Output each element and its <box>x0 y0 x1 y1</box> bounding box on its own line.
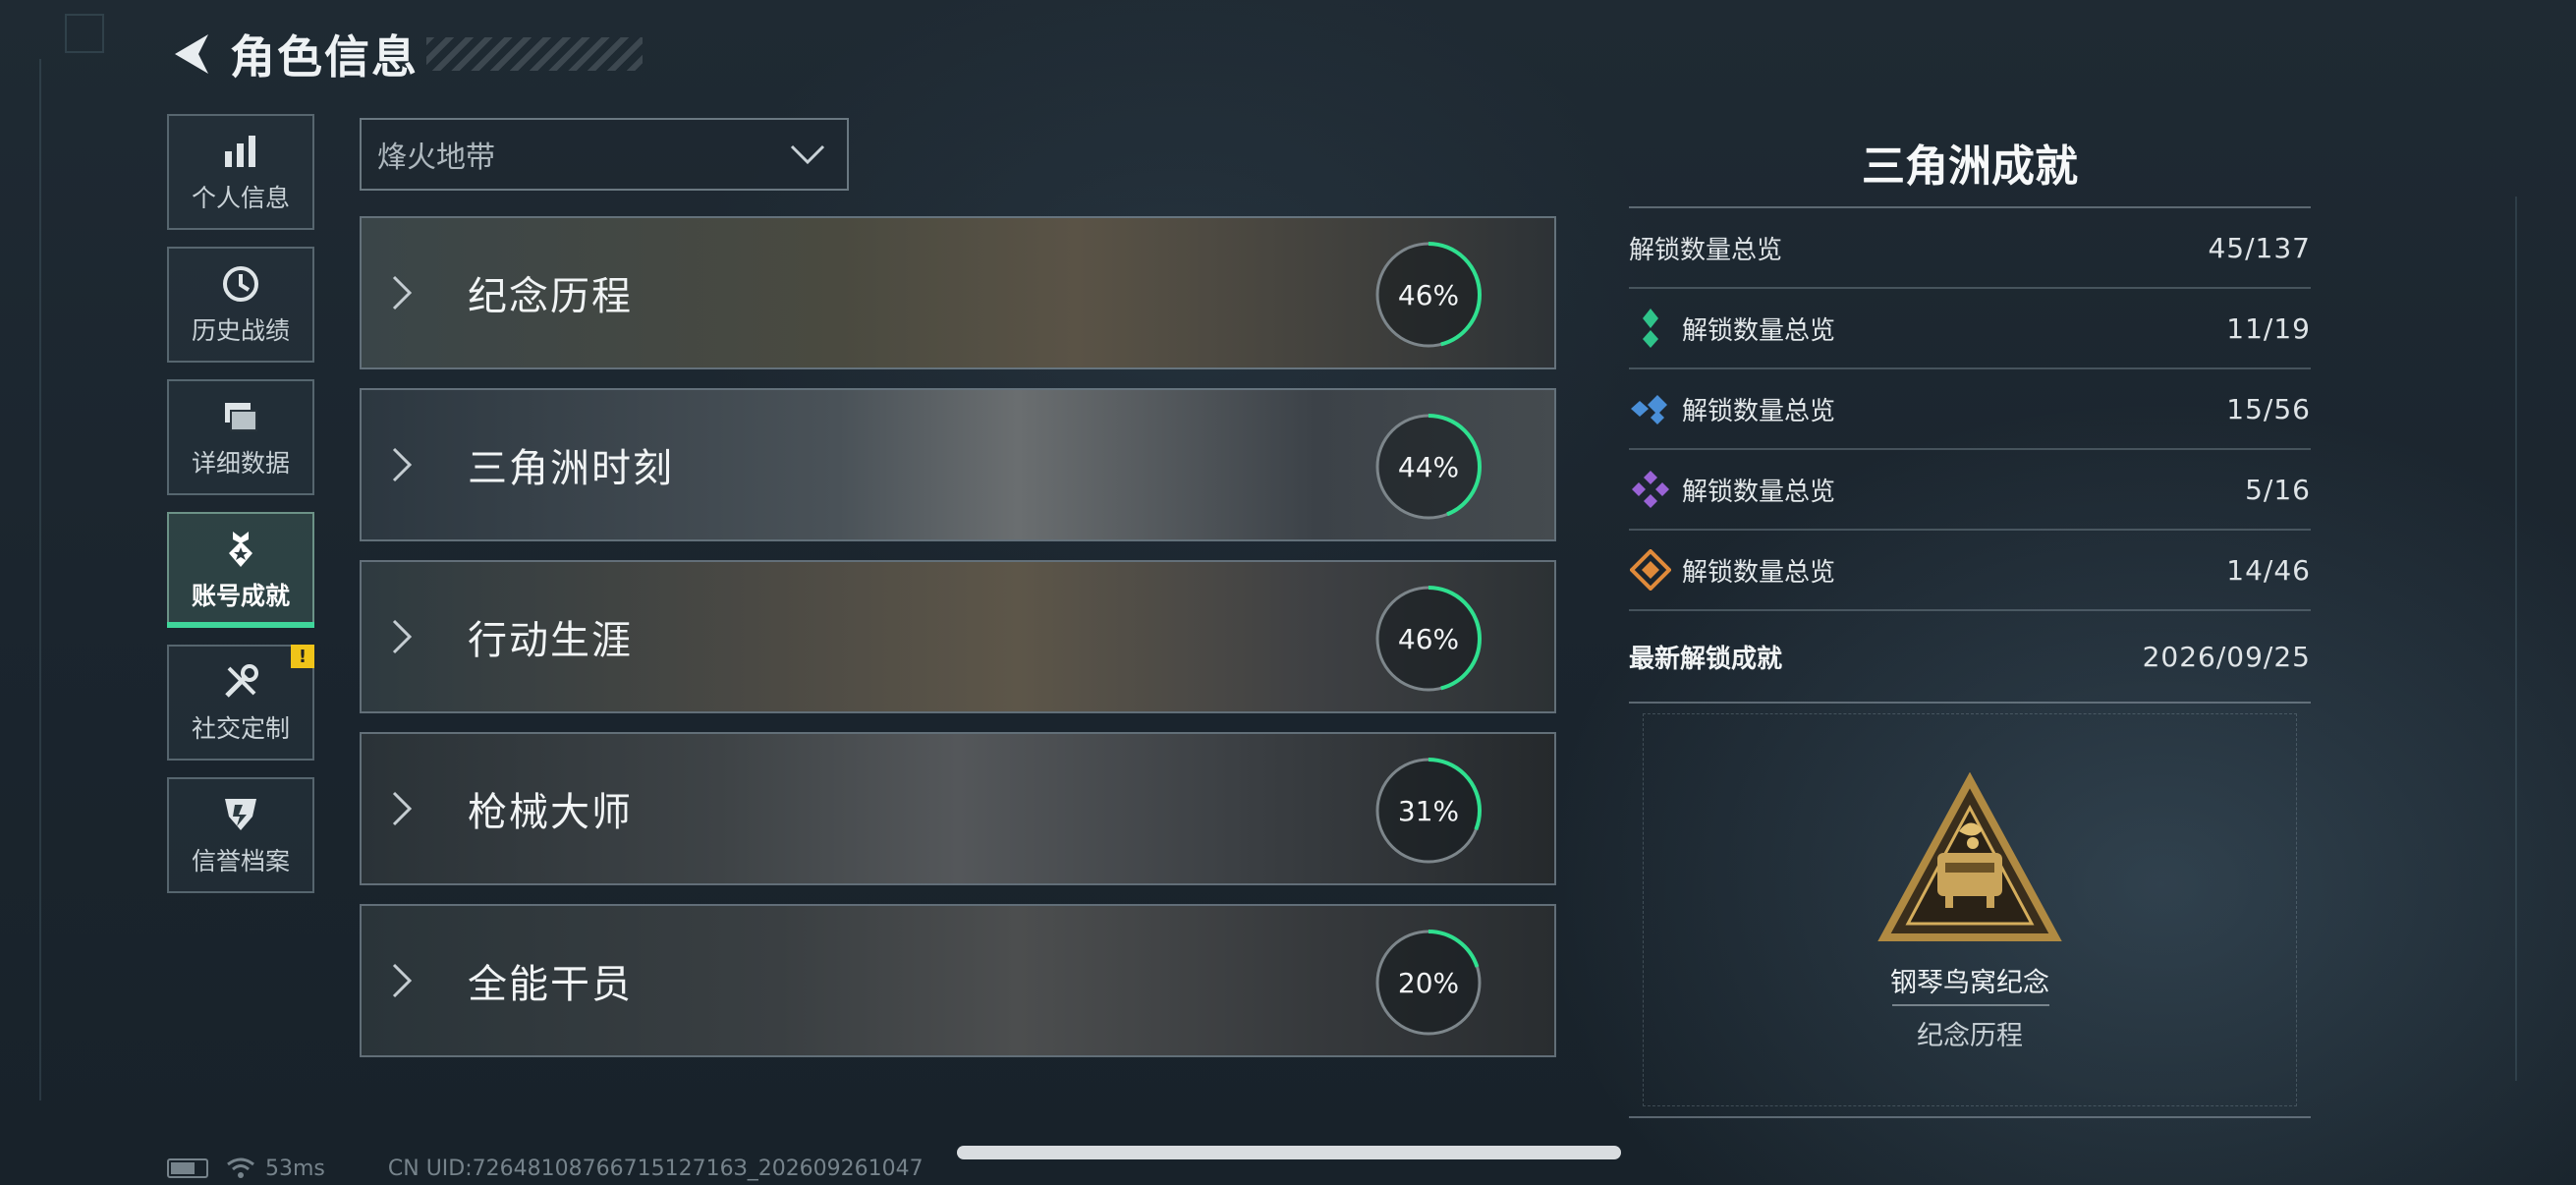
latest-achievement-showcase: 钢琴鸟窝纪念 纪念历程 <box>1629 704 2311 1118</box>
total-unlock-row: 解锁数量总览 45/137 <box>1629 208 2311 289</box>
panel-title: 三角洲成就 <box>1862 141 2078 192</box>
category-name: 纪念历程 <box>468 274 633 319</box>
decor-line <box>2515 197 2517 1081</box>
progress-percent: 46% <box>1397 622 1460 655</box>
battery-icon <box>167 1158 208 1178</box>
status-footer: 53ms CN UID:7264810876671512716З_2026092… <box>167 1154 924 1183</box>
category-name: 枪械大师 <box>468 790 633 835</box>
chevron-right-icon <box>391 273 430 312</box>
category-name: 三角洲时刻 <box>468 446 674 491</box>
ping-value: 53ms <box>265 1156 325 1181</box>
achievement-category-list: 纪念历程 46% 三角洲时刻 44% 行动生涯 46% 枪械大师 31% 全能干… <box>360 216 1556 1076</box>
wifi-icon <box>227 1157 254 1178</box>
progress-ring: 31% <box>1373 756 1484 866</box>
achievement-badge[interactable] <box>1876 771 2063 959</box>
category-card[interactable]: 行动生涯 46% <box>360 560 1556 713</box>
chevron-right-icon <box>391 445 430 484</box>
sidebar-item-reputation[interactable]: 信誉档案 <box>167 777 314 893</box>
progress-percent: 20% <box>1397 966 1460 999</box>
progress-ring: 46% <box>1373 240 1484 350</box>
sidebar-item-history[interactable]: 历史战绩 <box>167 247 314 363</box>
green-tier-icon <box>1629 307 1672 350</box>
sidebar-item-achievements[interactable]: 账号成就 <box>167 512 314 628</box>
sidebar-item-label: 历史战绩 <box>191 316 290 345</box>
chevron-down-icon <box>790 144 825 165</box>
tier-row: 解锁数量总览 15/56 <box>1629 369 2311 450</box>
divider <box>1892 1004 2049 1006</box>
shield-icon <box>219 793 262 836</box>
chevron-right-icon <box>391 961 430 1000</box>
row-label: 解锁数量总览 <box>1682 396 1836 426</box>
sidebar-item-label: 个人信息 <box>191 184 290 212</box>
latest-date: 2026/09/25 <box>2142 640 2311 673</box>
row-label: 解锁数量总览 <box>1629 235 1783 265</box>
mode-select-dropdown[interactable]: 烽火地带 <box>360 118 849 191</box>
alert-badge: ! <box>291 645 314 668</box>
tier-row: 解锁数量总览 11/19 <box>1629 289 2311 369</box>
category-name: 行动生涯 <box>468 618 633 663</box>
row-label: 解锁数量总览 <box>1682 477 1836 507</box>
blue-tier-icon <box>1629 387 1672 430</box>
row-value: 5/16 <box>2245 473 2311 506</box>
purple-tier-icon <box>1629 468 1672 511</box>
sidebar-item-label: 社交定制 <box>191 714 290 743</box>
folder-stack-icon <box>219 395 262 438</box>
tools-icon <box>219 660 262 704</box>
sidebar-item-personal-info[interactable]: 个人信息 <box>167 114 314 230</box>
page-title: 角色信息 <box>230 30 419 84</box>
achievement-summary-panel: 三角洲成就 解锁数量总览 45/137 解锁数量总览 11/19 解锁数量总览 … <box>1629 128 2311 1118</box>
tier-row: 解锁数量总览 5/16 <box>1629 450 2311 531</box>
progress-percent: 44% <box>1397 450 1460 483</box>
latest-label: 最新解锁成就 <box>1629 644 1783 674</box>
category-card[interactable]: 纪念历程 46% <box>360 216 1556 369</box>
sidebar-item-social[interactable]: ! 社交定制 <box>167 645 314 761</box>
progress-ring: 44% <box>1373 412 1484 522</box>
row-value: 11/19 <box>2226 311 2311 345</box>
row-label: 解锁数量总览 <box>1682 557 1836 588</box>
decor-line <box>65 14 104 53</box>
medal-icon <box>219 528 262 571</box>
history-clock-icon <box>219 262 262 306</box>
decor-line <box>39 59 41 1100</box>
achievement-name: 钢琴鸟窝纪念 <box>1890 968 2049 998</box>
progress-percent: 31% <box>1397 794 1460 827</box>
header: 角色信息 <box>165 24 643 85</box>
row-value: 45/137 <box>2208 231 2311 264</box>
dropdown-value: 烽火地带 <box>377 141 495 175</box>
sidebar-item-label: 详细数据 <box>191 449 290 478</box>
chevron-right-icon <box>391 617 430 656</box>
category-name: 全能干员 <box>468 962 633 1007</box>
progress-percent: 46% <box>1397 278 1460 311</box>
progress-ring: 20% <box>1373 928 1484 1038</box>
latest-unlock-row: 最新解锁成就 2026/09/25 <box>1629 611 2311 704</box>
achievement-category: 纪念历程 <box>1917 1021 2023 1051</box>
sidebar: 个人信息 历史战绩 详细数据 账号成就 ! 社交定制 信誉档案 <box>167 114 316 910</box>
title-decoration <box>426 37 643 71</box>
back-arrow-icon <box>175 34 208 74</box>
row-label: 解锁数量总览 <box>1682 315 1836 346</box>
orange-tier-icon <box>1629 548 1672 592</box>
category-card[interactable]: 枪械大师 31% <box>360 732 1556 885</box>
home-indicator[interactable] <box>957 1146 1621 1159</box>
sidebar-item-label: 信誉档案 <box>191 847 290 875</box>
progress-ring: 46% <box>1373 584 1484 694</box>
sidebar-item-detailed-data[interactable]: 详细数据 <box>167 379 314 495</box>
piano-nest-badge-icon <box>1877 771 2062 941</box>
tier-row: 解锁数量总览 14/46 <box>1629 531 2311 611</box>
category-card[interactable]: 三角洲时刻 44% <box>360 388 1556 541</box>
back-button[interactable] <box>165 28 216 80</box>
sidebar-item-label: 账号成就 <box>191 582 290 610</box>
chevron-right-icon <box>391 789 430 828</box>
row-value: 15/56 <box>2226 392 2311 425</box>
row-value: 14/46 <box>2226 553 2311 587</box>
uid-text: CN UID:7264810876671512716З_202609261047 <box>387 1156 924 1181</box>
category-card[interactable]: 全能干员 20% <box>360 904 1556 1057</box>
bar-chart-icon <box>219 130 262 173</box>
